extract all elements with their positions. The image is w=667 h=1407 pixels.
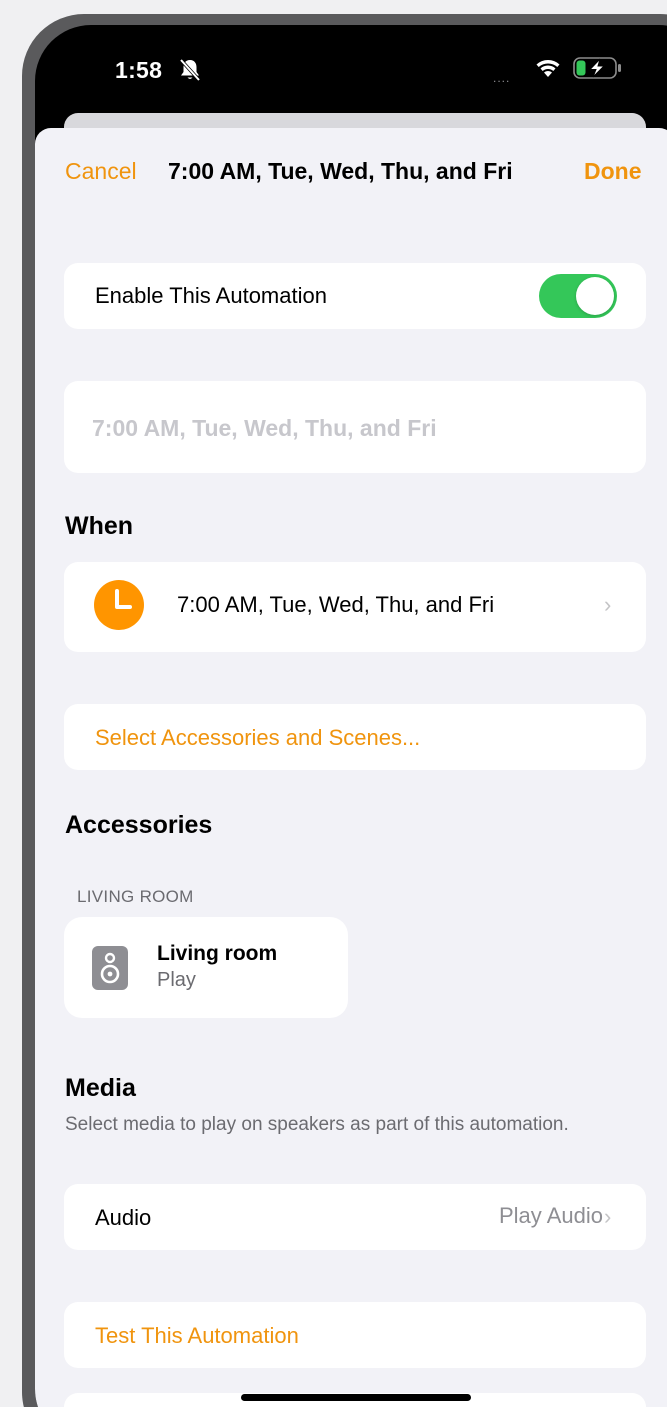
toggle-knob <box>576 277 614 315</box>
when-section-title: When <box>65 512 134 540</box>
page: 1:58 .... Cancel 7:00 AM, Tue, Wed, Thu,… <box>0 0 667 1407</box>
accessory-status: Play <box>157 969 196 991</box>
nav-bar: Cancel 7:00 AM, Tue, Wed, Thu, and Fri D… <box>35 128 667 208</box>
select-accessories-button[interactable]: Select Accessories and Scenes... <box>64 704 646 770</box>
battery-charging-icon <box>573 57 621 79</box>
media-section-title: Media <box>65 1074 136 1102</box>
status-bar: 1:58 .... <box>35 25 667 125</box>
cancel-button[interactable]: Cancel <box>65 158 137 185</box>
speaker-icon <box>92 946 128 990</box>
select-accessories-label: Select Accessories and Scenes... <box>95 725 421 750</box>
when-trigger-text: 7:00 AM, Tue, Wed, Thu, and Fri <box>177 592 495 617</box>
home-indicator[interactable] <box>241 1394 471 1401</box>
automation-name-field[interactable]: 7:00 AM, Tue, Wed, Thu, and Fri <box>64 381 646 473</box>
media-description: Select media to play on speakers as part… <box>65 1114 569 1135</box>
cellular-signal: .... <box>493 71 511 85</box>
test-automation-button[interactable]: Test This Automation <box>64 1302 646 1368</box>
done-button[interactable]: Done <box>584 158 642 185</box>
nav-title: 7:00 AM, Tue, Wed, Thu, and Fri <box>168 158 513 184</box>
status-time: 1:58 <box>115 57 163 83</box>
bell-slash-icon <box>179 58 201 82</box>
enable-automation-label: Enable This Automation <box>95 283 327 308</box>
audio-row[interactable]: Audio Play Audio › <box>64 1184 646 1250</box>
enable-automation-toggle[interactable] <box>539 274 617 318</box>
automation-name-placeholder: 7:00 AM, Tue, Wed, Thu, and Fri <box>92 415 437 441</box>
when-trigger-row[interactable]: 7:00 AM, Tue, Wed, Thu, and Fri › <box>64 562 646 652</box>
clock-icon <box>94 580 144 630</box>
automation-sheet: Cancel 7:00 AM, Tue, Wed, Thu, and Fri D… <box>35 128 667 1407</box>
room-group-label: LIVING ROOM <box>77 887 194 906</box>
chevron-right-icon: › <box>604 1204 612 1229</box>
audio-value: Play Audio <box>499 1203 603 1228</box>
test-automation-label: Test This Automation <box>95 1323 299 1348</box>
wifi-icon <box>536 60 560 77</box>
enable-automation-row: Enable This Automation <box>64 263 646 329</box>
phone-screen: 1:58 .... Cancel 7:00 AM, Tue, Wed, Thu,… <box>35 25 667 1407</box>
accessory-name: Living room <box>157 942 278 965</box>
audio-label: Audio <box>95 1205 152 1230</box>
accessories-section-title: Accessories <box>65 811 213 839</box>
accessory-tile-living-room[interactable]: Living room Play <box>64 917 348 1018</box>
chevron-right-icon: › <box>604 592 612 617</box>
